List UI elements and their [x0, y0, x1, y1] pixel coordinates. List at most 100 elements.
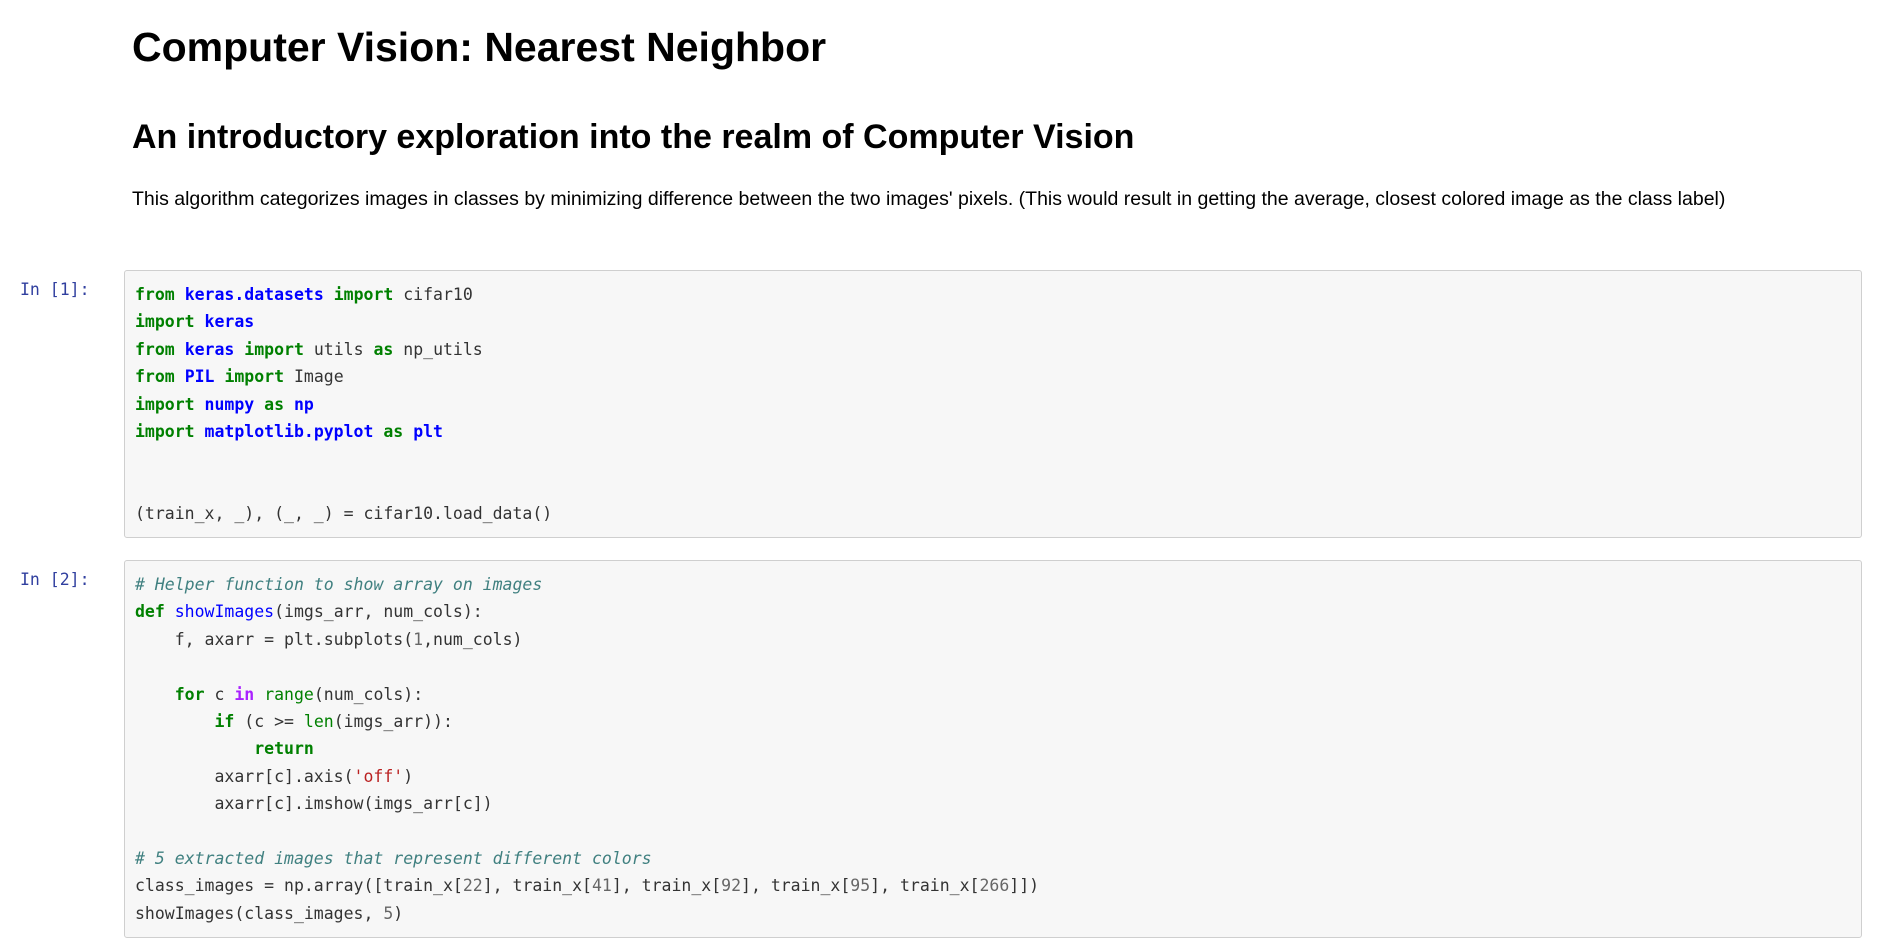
code-token: np	[293, 394, 314, 414]
code-token: axarr[c].axis(	[135, 766, 354, 786]
code-line: ​ if (c >= len(imgs_arr)):	[135, 708, 1861, 735]
code-token: import	[333, 285, 394, 304]
code-cell-1-source[interactable]: ​from keras.datasets import cifar10​impo…	[135, 281, 1861, 528]
code-token: from	[135, 339, 175, 359]
code-line: ​(train_x, _), (_, _) = cifar10.load_dat…	[135, 500, 1861, 527]
code-token: 41	[591, 876, 612, 896]
code-token: as	[373, 339, 394, 359]
code-line: ​class_images = np.array([train_x[22], t…	[135, 872, 1861, 899]
code-token: showImages	[174, 602, 275, 622]
code-line: ​# Helper function to show array on imag…	[135, 571, 1861, 598]
code-line: ​import keras	[135, 308, 1861, 335]
code-token: class_images = np.array([train_x[	[135, 876, 463, 896]
code-token: ], train_x[	[870, 876, 980, 896]
code-token: 22	[462, 876, 483, 896]
cell-1-prompt: In [1]:	[20, 280, 90, 299]
code-token: keras	[184, 339, 235, 359]
code-token: import	[135, 312, 195, 332]
code-token: 1	[413, 629, 424, 649]
notebook-subtitle: An introductory exploration into the rea…	[132, 118, 1135, 156]
code-line: ​import numpy as np	[135, 391, 1861, 418]
code-token: f, axarr = plt.subplots(	[135, 629, 414, 649]
code-token: plt	[413, 422, 443, 442]
code-line: ​	[135, 445, 1861, 472]
cell-2-prompt: In [2]:	[20, 570, 90, 589]
code-token: numpy	[204, 394, 255, 414]
code-line: ​ f, axarr = plt.subplots(1,num_cols)	[135, 626, 1861, 653]
code-token: as	[264, 394, 285, 414]
code-token: import	[224, 367, 285, 387]
code-token: cifar10	[393, 285, 473, 304]
code-line: ​	[135, 653, 1861, 680]
code-token: # Helper function to show array on image…	[135, 575, 543, 594]
code-token: import	[244, 339, 304, 359]
code-token: matplotlib.pyplot	[204, 422, 374, 442]
code-line: ​showImages(class_images, 5)	[135, 900, 1861, 927]
code-token: in	[234, 684, 255, 704]
code-token: ,num_cols)	[423, 629, 523, 649]
code-token: import	[135, 422, 195, 442]
code-cell-2-source[interactable]: ​ # Helper function to show array on imag…	[135, 571, 1861, 927]
code-token: Image	[284, 367, 344, 387]
code-token: range	[264, 684, 314, 704]
code-token: 95	[850, 876, 871, 896]
code-token: for	[174, 684, 205, 704]
code-token: (num_cols):	[313, 684, 424, 704]
code-token: c	[204, 684, 235, 704]
code-token: keras	[204, 312, 255, 332]
code-token: return	[254, 739, 314, 759]
code-line: ​ axarr[c].imshow(imgs_arr[c])	[135, 790, 1861, 817]
code-token: utils	[303, 339, 374, 359]
code-line: ​ for c in range(num_cols):	[135, 681, 1861, 708]
notebook-title: Computer Vision: Nearest Neighbor	[132, 24, 827, 70]
code-token: import	[135, 394, 195, 414]
code-token: ], train_x[	[482, 876, 592, 896]
code-line: ​# 5 extracted images that represent dif…	[135, 845, 1861, 872]
code-line: ​ return	[135, 735, 1861, 762]
code-token: from	[135, 285, 175, 304]
code-token: len	[303, 712, 334, 732]
code-token: (imgs_arr, num_cols):	[274, 602, 483, 622]
code-token: 266	[979, 876, 1010, 896]
code-token: (imgs_arr)):	[333, 712, 453, 732]
code-cell-1[interactable]: ​from keras.datasets import cifar10​impo…	[124, 270, 1862, 538]
code-token: np_utils	[393, 339, 483, 359]
code-token: as	[383, 422, 404, 442]
code-token: ], train_x[	[611, 876, 722, 896]
code-token: if	[214, 712, 235, 732]
description-text: This algorithm categorizes images in cla…	[132, 188, 1726, 210]
code-token: 'off'	[353, 766, 404, 786]
code-token: keras.datasets	[184, 285, 324, 304]
code-token: (c >=	[234, 712, 304, 732]
code-line: ​def showImages(imgs_arr, num_cols):	[135, 598, 1861, 625]
code-token: ]])	[1009, 876, 1040, 896]
code-line: ​	[135, 473, 1861, 500]
code-token: (train_x, _), (_, _) = cifar10.load_data…	[135, 504, 553, 524]
code-cell-2[interactable]: ​ # Helper function to show array on imag…	[124, 560, 1862, 938]
code-line: ​ axarr[c].axis('off')	[135, 763, 1861, 790]
code-line: ​	[135, 818, 1861, 845]
code-token: showImages(class_images,	[135, 903, 384, 923]
code-token: PIL	[184, 367, 215, 387]
code-token: def	[135, 602, 165, 622]
code-line: ​from keras.datasets import cifar10	[135, 281, 1861, 308]
code-token: 5	[383, 903, 394, 923]
